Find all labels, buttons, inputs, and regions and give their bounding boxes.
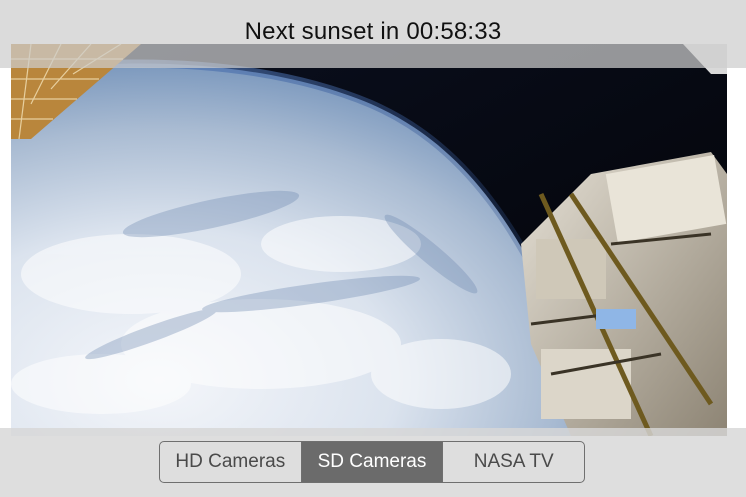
iss-live-screen: Next sunset in 00:58:33 HD Cameras SD Ca…	[0, 0, 746, 497]
nasa-tv-segment[interactable]: NASA TV	[443, 442, 584, 482]
live-video-feed[interactable]	[11, 44, 727, 436]
earth-from-iss-image	[11, 44, 727, 436]
next-sunset-countdown: Next sunset in 00:58:33	[244, 18, 502, 45]
sd-cameras-segment[interactable]: SD Cameras	[301, 442, 444, 482]
sunset-banner: Next sunset in 00:58:33	[0, 0, 746, 68]
hd-cameras-segment[interactable]: HD Cameras	[160, 442, 302, 482]
camera-source-segmented-control: HD Cameras SD Cameras NASA TV	[159, 441, 585, 483]
